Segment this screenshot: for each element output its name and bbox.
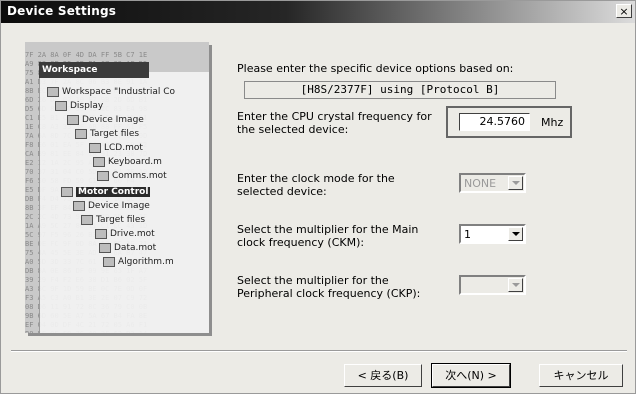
chevron-down-icon[interactable] xyxy=(508,227,523,241)
tree-item-comms: Comms.mot xyxy=(97,170,167,182)
ckm-select[interactable]: 1 xyxy=(459,224,526,244)
clock-mode-value: NONE xyxy=(464,177,497,190)
tree-item-device-image: Device Image xyxy=(67,114,144,126)
title-bar[interactable]: Device Settings × xyxy=(1,1,635,23)
cpu-freq-unit: Mhz xyxy=(541,116,564,129)
back-button[interactable]: < 戻る(B) xyxy=(344,364,422,387)
tree-item-motor-control: Motor Control xyxy=(61,186,151,198)
wizard-illustration: 7F 2A 8A 0F 4D DA FF 5B C7 1E A9 88 8E 5… xyxy=(25,42,209,333)
next-button[interactable]: 次へ(N) > xyxy=(431,363,511,388)
file-icon xyxy=(89,142,101,153)
folder-icon xyxy=(75,128,87,139)
tree-item-target-files: Target files xyxy=(75,128,139,140)
chevron-down-icon[interactable] xyxy=(508,176,523,190)
tree-item-target-files-2: Target files xyxy=(81,214,145,226)
device-settings-window: Device Settings × 7F 2A 8A 0F 4D DA FF 5… xyxy=(0,0,636,394)
folder-icon xyxy=(81,214,93,225)
tree-item-display: Display xyxy=(55,100,103,112)
tree-item-device-image-2: Device Image xyxy=(73,200,150,212)
ckp-label-line2: Peripheral clock frequency (CKP): xyxy=(237,287,421,300)
tree-item-workspace: Workspace "Industrial Co xyxy=(47,86,175,98)
cancel-button[interactable]: キャンセル xyxy=(539,364,623,387)
ckp-select[interactable] xyxy=(459,275,526,295)
file-icon xyxy=(93,156,105,167)
cpu-freq-label-line2: the selected device: xyxy=(237,123,349,136)
clock-mode-label-line1: Enter the clock mode for the xyxy=(237,172,395,185)
close-button[interactable]: × xyxy=(616,4,632,18)
file-icon xyxy=(95,228,107,239)
clock-mode-select[interactable]: NONE xyxy=(459,173,526,193)
tree-item-data: Data.mot xyxy=(99,242,156,254)
cpu-freq-label-line1: Enter the CPU crystal frequency for xyxy=(237,110,432,123)
ckm-label-line2: clock frequency (CKM): xyxy=(237,236,365,249)
file-icon xyxy=(73,200,85,211)
workspace-icon xyxy=(47,86,59,97)
folder-icon xyxy=(61,186,73,197)
chevron-down-icon[interactable] xyxy=(508,278,523,292)
window-title: Device Settings xyxy=(7,4,117,18)
tree-item-keyboard: Keyboard.m xyxy=(93,156,162,168)
cpu-freq-input[interactable]: 24.5760 xyxy=(459,113,530,131)
ckp-label-line1: Select the multiplier for the xyxy=(237,274,389,287)
file-icon xyxy=(97,170,109,181)
file-icon xyxy=(67,114,79,125)
file-icon xyxy=(103,256,115,267)
file-icon xyxy=(99,242,111,253)
workspace-label: Workspace xyxy=(39,62,149,78)
tree-item-drive: Drive.mot xyxy=(95,228,155,240)
folder-icon xyxy=(55,100,67,111)
tree-item-lcd: LCD.mot xyxy=(89,142,143,154)
intro-text: Please enter the specific device options… xyxy=(237,62,514,75)
ckm-label-line1: Select the multiplier for the Main xyxy=(237,223,419,236)
footer-divider xyxy=(11,350,627,352)
clock-mode-label-line2: selected device: xyxy=(237,185,327,198)
ckm-value: 1 xyxy=(464,228,471,241)
device-info: [H8S/2377F] using [Protocol B] xyxy=(244,81,556,99)
tree-item-algorithm: Algorithm.m xyxy=(103,256,174,268)
